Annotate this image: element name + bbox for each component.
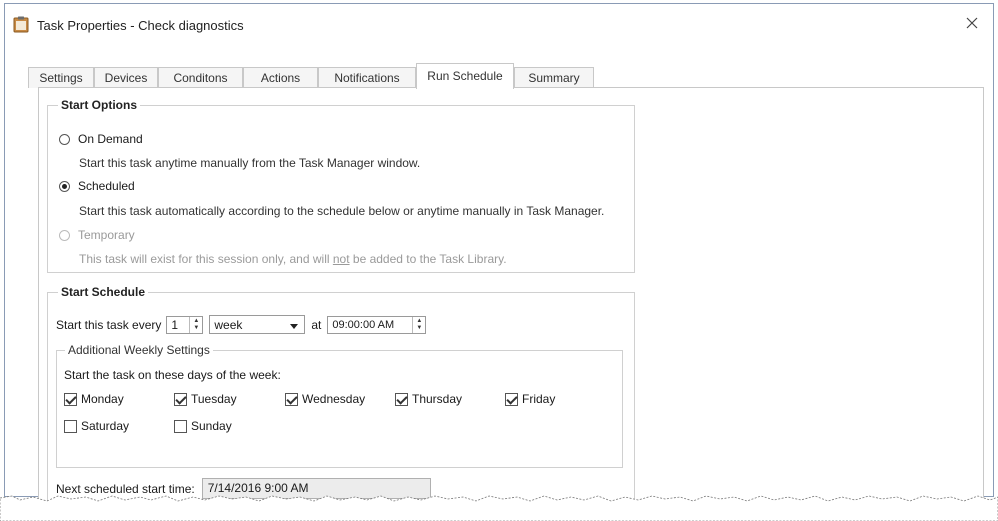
spinner-arrows-icon[interactable]: ▲ ▼ xyxy=(189,316,202,333)
time-stepper[interactable]: 09:00:00 AM ▲ ▼ xyxy=(327,315,427,334)
days-prompt: Start the task on these days of the week… xyxy=(64,368,281,382)
temporary-desc-part1: This task will exist for this session on… xyxy=(79,252,333,266)
close-button[interactable] xyxy=(957,10,987,38)
every-label: Start this task every xyxy=(56,317,162,332)
tab-actions[interactable]: Actions xyxy=(243,67,318,88)
friday-label: Friday xyxy=(522,392,556,406)
temporary-radio xyxy=(59,229,70,241)
day-friday[interactable]: Friday xyxy=(505,392,555,406)
monday-label: Monday xyxy=(81,392,124,406)
day-tuesday[interactable]: Tuesday xyxy=(174,392,237,406)
start-schedule-title: Start Schedule xyxy=(58,285,149,299)
tab-settings[interactable]: Settings xyxy=(28,67,94,88)
saturday-checkbox[interactable] xyxy=(64,419,77,433)
interval-stepper[interactable]: 1 ▲ ▼ xyxy=(166,315,204,334)
close-icon xyxy=(966,17,978,32)
spinner-arrows-icon[interactable]: ▲ ▼ xyxy=(412,316,425,333)
temporary-desc-part2: be added to the Task Library. xyxy=(349,252,507,266)
thursday-checkbox[interactable] xyxy=(395,392,408,406)
day-thursday[interactable]: Thursday xyxy=(395,392,462,406)
at-label: at xyxy=(311,317,322,332)
temporary-description: This task will exist for this session on… xyxy=(79,252,507,266)
on-demand-description: Start this task anytime manually from th… xyxy=(79,156,421,170)
clipboard-icon xyxy=(13,16,29,33)
sunday-label: Sunday xyxy=(191,419,232,433)
tab-notifications[interactable]: Notifications xyxy=(318,67,416,88)
time-value: 09:00:00 AM xyxy=(332,318,395,331)
tuesday-checkbox[interactable] xyxy=(174,392,187,406)
tab-conditions[interactable]: Conditons xyxy=(158,67,243,88)
on-demand-radio[interactable] xyxy=(59,133,70,145)
wednesday-checkbox[interactable] xyxy=(285,392,298,406)
on-demand-option[interactable]: On Demand xyxy=(59,132,143,146)
scheduled-radio[interactable] xyxy=(59,180,70,192)
weekly-settings-group: Additional Weekly Settings Start the tas… xyxy=(56,343,623,468)
friday-checkbox[interactable] xyxy=(505,392,518,406)
interval-value: 1 xyxy=(171,317,179,332)
schedule-interval-row: Start this task every 1 ▲ ▼ week at 09:00… xyxy=(56,315,427,334)
window-title: Task Properties - Check diagnostics xyxy=(37,18,244,33)
temporary-desc-emphasis: not xyxy=(332,252,350,266)
title-bar: Task Properties - Check diagnostics xyxy=(5,4,993,44)
tab-bar: Settings Devices Conditons Actions Notif… xyxy=(28,63,608,89)
scheduled-label: Scheduled xyxy=(78,179,135,193)
tab-run-schedule[interactable]: Run Schedule xyxy=(416,63,514,89)
torn-edge xyxy=(0,495,998,521)
temporary-option: Temporary xyxy=(59,228,135,242)
day-saturday[interactable]: Saturday xyxy=(64,419,129,433)
scheduled-description: Start this task automatically according … xyxy=(79,204,605,218)
interval-unit-select[interactable]: week xyxy=(209,315,306,334)
thursday-label: Thursday xyxy=(412,392,463,406)
monday-checkbox[interactable] xyxy=(64,392,77,406)
day-monday[interactable]: Monday xyxy=(64,392,124,406)
day-wednesday[interactable]: Wednesday xyxy=(285,392,365,406)
start-schedule-group: Start Schedule Start this task every 1 ▲… xyxy=(47,285,635,517)
run-schedule-panel: Start Options On Demand Start this task … xyxy=(38,87,984,517)
tab-summary[interactable]: Summary xyxy=(514,67,594,88)
start-options-title: Start Options xyxy=(58,98,141,112)
chevron-down-icon xyxy=(290,318,299,332)
on-demand-label: On Demand xyxy=(78,132,143,146)
tuesday-label: Tuesday xyxy=(191,392,237,406)
temporary-label: Temporary xyxy=(78,228,135,242)
day-sunday[interactable]: Sunday xyxy=(174,419,232,433)
interval-unit-value: week xyxy=(214,317,243,332)
scheduled-option[interactable]: Scheduled xyxy=(59,179,135,193)
weekly-settings-title: Additional Weekly Settings xyxy=(65,343,213,357)
start-options-group: Start Options On Demand Start this task … xyxy=(47,98,635,273)
tab-devices[interactable]: Devices xyxy=(94,67,158,88)
sunday-checkbox[interactable] xyxy=(174,419,187,433)
wednesday-label: Wednesday xyxy=(302,392,366,406)
saturday-label: Saturday xyxy=(81,419,130,433)
